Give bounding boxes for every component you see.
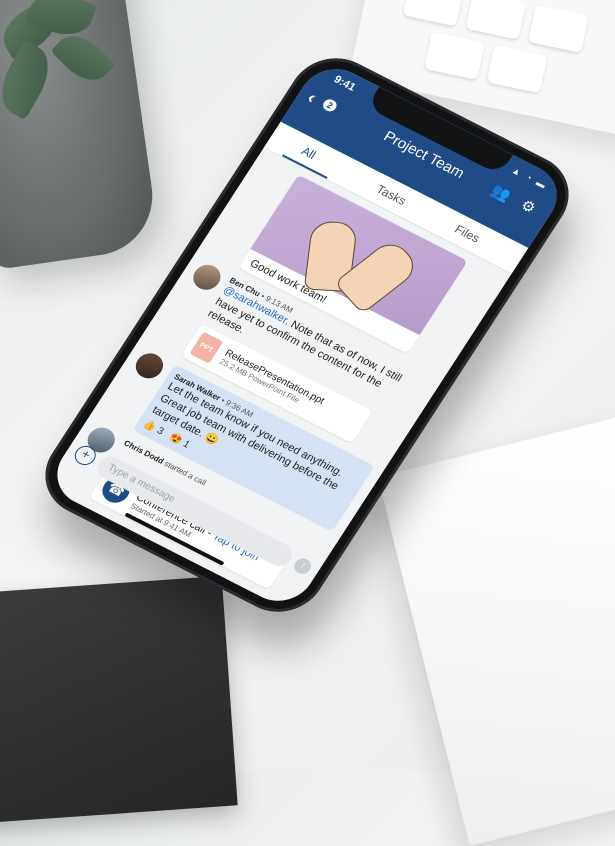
keyboard-key — [528, 4, 589, 54]
status-icons: ▲ ◔ ▬ — [509, 165, 550, 191]
white-book — [377, 414, 615, 846]
keyboard-key — [465, 0, 527, 40]
tab-files[interactable]: Files — [452, 222, 482, 245]
tab-all[interactable]: All — [299, 144, 319, 162]
avatar-ben[interactable] — [188, 260, 226, 295]
status-time: 9:41 — [331, 73, 358, 94]
keyboard-key — [486, 44, 548, 94]
ppt-file-icon: PPT — [189, 331, 224, 364]
keyboard-key — [402, 0, 464, 27]
dark-notebook — [0, 575, 238, 825]
avatar-sarah[interactable] — [130, 348, 169, 383]
tab-tasks[interactable]: Tasks — [374, 182, 409, 208]
keyboard-key — [424, 31, 485, 81]
